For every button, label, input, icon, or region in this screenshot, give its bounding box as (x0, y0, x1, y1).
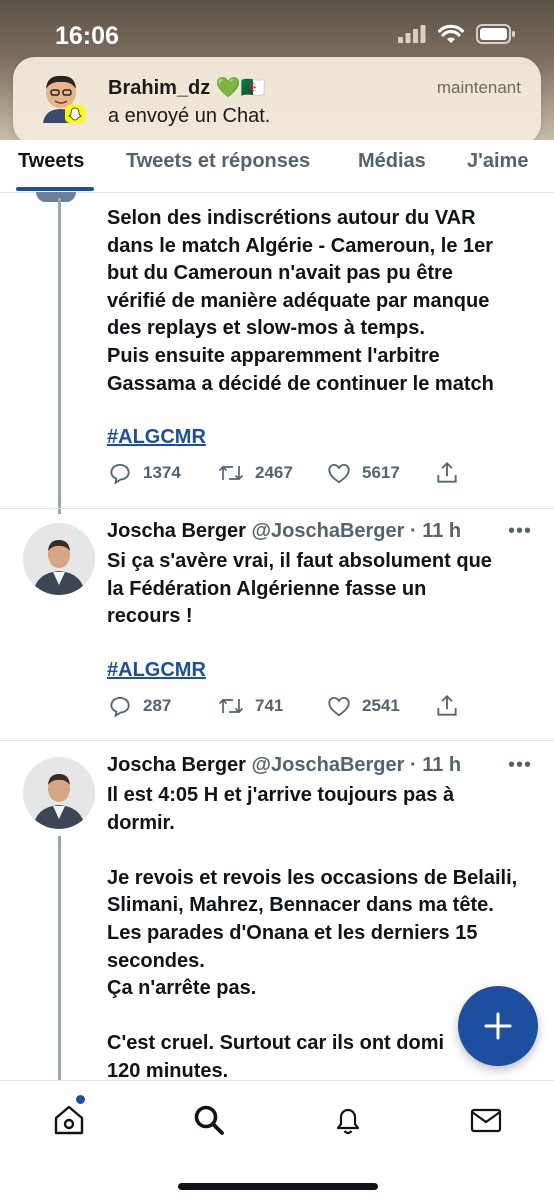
avatar-partial (36, 192, 76, 202)
active-tab-indicator (16, 187, 94, 191)
hashtag-link[interactable]: #ALGCMR (107, 659, 206, 682)
thread-line (58, 198, 61, 514)
avatar[interactable] (23, 523, 95, 595)
author-name[interactable]: Joscha Berger (107, 520, 246, 542)
search-icon[interactable] (192, 1103, 226, 1137)
compose-plus-icon (484, 1012, 512, 1040)
more-options-button[interactable]: ••• (508, 754, 532, 777)
bitmoji-avatar-icon (43, 75, 85, 123)
cellular-signal-icon (398, 25, 426, 43)
home-icon[interactable] (52, 1103, 86, 1137)
reply-count: 1374 (143, 463, 181, 482)
share-button[interactable] (434, 460, 460, 486)
reply-button[interactable]: 287 (107, 693, 171, 719)
retweet-button[interactable]: 741 (217, 693, 283, 719)
tweet-text: Selon des indiscrétions autour du VAR da… (107, 207, 494, 395)
avatar[interactable] (23, 757, 95, 829)
retweet-count: 2467 (255, 463, 293, 482)
like-button[interactable]: 2541 (326, 693, 400, 719)
tab-media[interactable]: Médias (358, 150, 426, 173)
status-icons (398, 24, 516, 44)
like-icon (328, 463, 350, 484)
tweet-text: Il est 4:05 H et j'arrive toujours pas à… (107, 784, 518, 1082)
like-icon (328, 696, 350, 717)
like-button[interactable]: 5617 (326, 460, 400, 486)
compose-tweet-button[interactable] (458, 986, 538, 1066)
tweet-text: Si ça s'avère vrai, il faut absolument q… (107, 550, 492, 628)
share-icon (437, 694, 457, 716)
reply-icon (110, 463, 130, 485)
notification-title: Brahim_dz 💚🇩🇿 (108, 77, 266, 99)
tweet-header: Joscha Berger @JoschaBerger · 11 h (107, 520, 461, 543)
status-time: 16:06 (55, 22, 119, 50)
hashtag-link[interactable]: #ALGCMR (107, 426, 206, 449)
reply-button[interactable]: 1374 (107, 460, 181, 486)
like-count: 2541 (362, 696, 400, 715)
share-button[interactable] (434, 693, 460, 719)
profile-photo-icon (23, 523, 95, 595)
tab-tweets-and-replies[interactable]: Tweets et réponses (126, 150, 310, 173)
tab-tweets[interactable]: Tweets (18, 150, 84, 173)
home-notification-dot (76, 1095, 85, 1104)
wifi-icon (438, 24, 464, 43)
retweet-count: 741 (255, 696, 284, 715)
tweet-divider (0, 508, 554, 509)
share-icon (437, 461, 457, 483)
author-handle-time: @JoschaBerger · 11 h (251, 754, 462, 776)
notifications-bell-icon[interactable] (331, 1103, 365, 1137)
more-options-button[interactable]: ••• (508, 520, 532, 543)
retweet-icon (218, 465, 244, 481)
tweet-divider (0, 740, 554, 741)
profile-photo-icon (23, 757, 95, 829)
profile-tabs: Tweets Tweets et réponses Médias J'aime (0, 140, 554, 193)
thread-line (58, 836, 61, 1080)
author-name[interactable]: Joscha Berger (107, 754, 246, 776)
retweet-icon (218, 698, 244, 714)
notification-body: a envoyé un Chat. (108, 105, 271, 127)
reply-count: 287 (143, 696, 172, 715)
snapchat-notification-banner[interactable]: Brahim_dz 💚🇩🇿 a envoyé un Chat. maintena… (13, 57, 541, 145)
battery-icon (476, 24, 515, 44)
messages-envelope-icon[interactable] (469, 1103, 503, 1137)
tab-likes[interactable]: J'aime (467, 150, 528, 173)
home-indicator-bar (178, 1183, 378, 1190)
like-count: 5617 (362, 463, 400, 482)
notification-time: maintenant (436, 78, 521, 97)
reply-icon (110, 696, 130, 718)
author-handle-time: @JoschaBerger · 11 h (251, 520, 462, 542)
tweet-header: Joscha Berger @JoschaBerger · 11 h (107, 754, 461, 777)
retweet-button[interactable]: 2467 (217, 460, 293, 486)
